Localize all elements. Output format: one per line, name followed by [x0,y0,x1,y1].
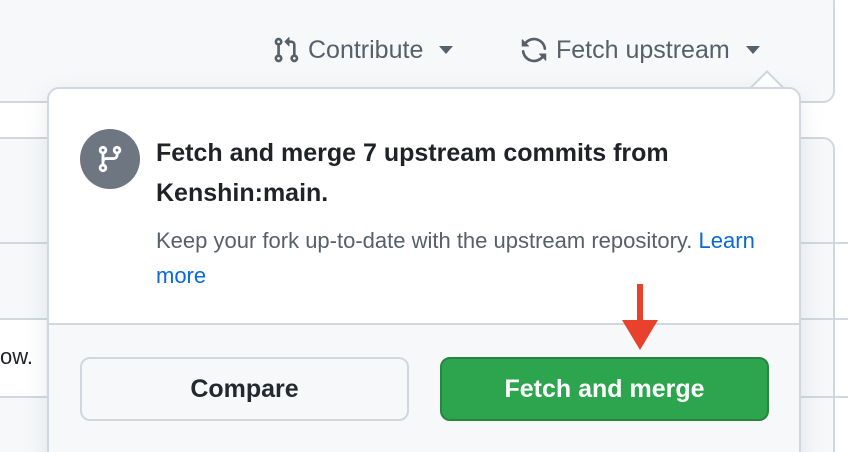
pull-request-icon [272,36,300,64]
annotation-arrow-icon [620,284,660,357]
truncated-text: ow. [0,344,34,369]
git-branch-icon [80,129,140,189]
compare-button[interactable]: Compare [80,357,409,421]
contribute-button[interactable]: Contribute [272,30,454,70]
fetch-and-merge-button[interactable]: Fetch and merge [440,357,769,421]
fetch-upstream-label: Fetch upstream [556,35,730,64]
fetch-upstream-button[interactable]: Fetch upstream [520,30,760,70]
contribute-label: Contribute [308,35,424,64]
description-text: Keep your fork up-to-date with the upstr… [156,228,693,253]
popover-description: Keep your fork up-to-date with the upstr… [156,223,756,293]
stage: Contribute Fetch upstream ow. Fetch and … [0,0,848,452]
fetch-upstream-popover: Fetch and merge 7 upstream commits from … [47,87,801,452]
chevron-down-icon [745,46,760,54]
popover-title: Fetch and merge 7 upstream commits from … [156,139,669,207]
chevron-down-icon [439,46,454,54]
sync-icon [520,36,548,64]
